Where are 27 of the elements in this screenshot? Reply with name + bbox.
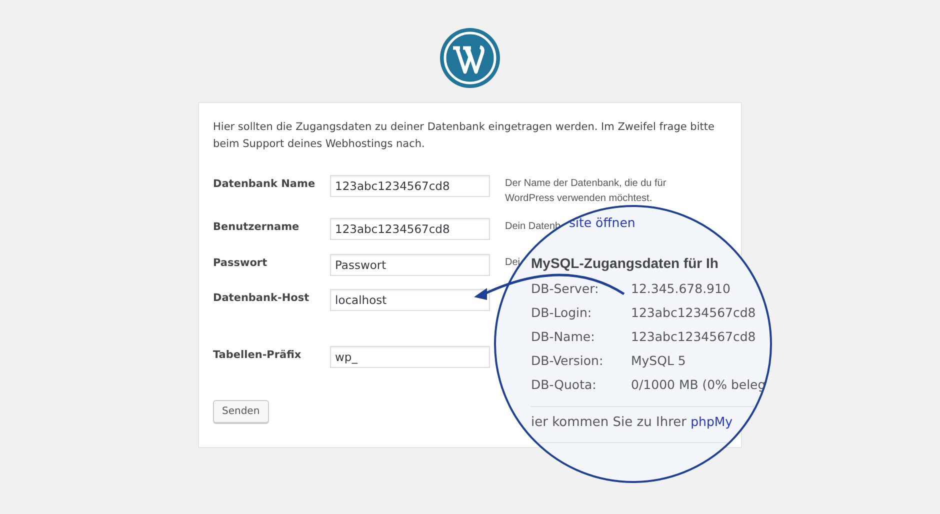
input-field[interactable]: 123abc1234567cd8 [330,175,490,197]
db-label: DB-Name: [531,328,596,344]
input-field[interactable]: wp_ [330,346,490,368]
intro-text: Hier sollten die Zugangsdaten zu deiner Datenbank eingetragen werden. Im Zweifel frage bitte beim Support deines Webhostings nach. [213,120,716,152]
field-label: Datenbank-Host [213,291,310,304]
wordpress-logo-icon [439,27,501,89]
input-field[interactable]: Passwort [330,254,490,276]
db-value: MySQL 5 [631,352,687,368]
input-field[interactable]: 123abc1234567cd8 [330,218,490,240]
field-label: Benutzername [213,220,300,233]
field-description: Der Name der Datenbank, die du für WordPress verwenden möchtest. [505,177,668,206]
field-label: Tabellen-Präfix [213,348,302,361]
phpmyadmin-link[interactable]: phpMy [690,414,733,429]
db-value: 123abc1234567cd8 [631,328,757,344]
field-label: Passwort [213,256,268,269]
field-description: Dei [505,256,520,270]
db-label: DB-Server: [531,280,600,296]
input-field[interactable]: localhost [330,289,490,311]
footer-text: ier kommen Sie zu Ihrer [531,415,686,430]
submit-button[interactable]: Senden [213,400,269,423]
db-label: DB-Login: [531,304,593,320]
db-value: 12.345.678.910 [631,280,732,296]
db-label: DB-Quota: [531,376,598,392]
db-label: DB-Version: [531,352,604,368]
field-label: Datenbank Name [213,177,316,190]
db-value: 123abc1234567cd8 [631,304,757,320]
mysql-heading: MySQL-Zugangsdaten für Ih [531,255,718,271]
